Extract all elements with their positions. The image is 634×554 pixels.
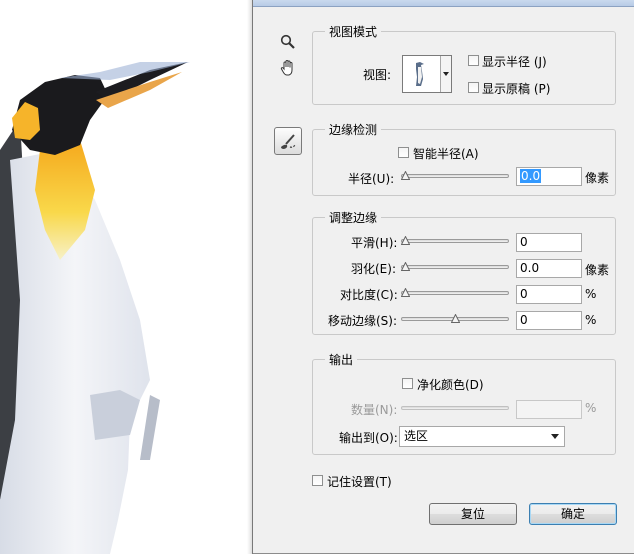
- dialog-titlebar[interactable]: [253, 0, 634, 7]
- show-original-checkbox[interactable]: [468, 82, 479, 93]
- smart-radius-checkbox[interactable]: [398, 147, 409, 158]
- show-original-label: 显示原稿 (P): [482, 82, 551, 96]
- chevron-down-icon: [443, 72, 449, 76]
- remember-settings-label: 记住设置(T): [327, 475, 392, 489]
- slider-thumb-icon: [450, 314, 460, 323]
- refine-radius-tool-button[interactable]: [274, 127, 302, 155]
- chevron-down-icon: [551, 434, 559, 439]
- shift-edge-input[interactable]: 0: [516, 311, 582, 330]
- view-thumbnail-icon: [416, 62, 424, 86]
- radius-slider-thumb[interactable]: [401, 171, 410, 180]
- decontaminate-colors-checkbox[interactable]: [402, 378, 413, 389]
- show-radius-checkbox[interactable]: [468, 55, 479, 66]
- output-to-label: 输出到(O):: [339, 431, 398, 445]
- view-label: 视图:: [363, 68, 392, 82]
- slider-thumb-icon: [401, 236, 410, 245]
- shift-edge-unit: %: [585, 313, 597, 327]
- smart-radius-label: 智能半径(A): [413, 147, 479, 161]
- amount-input[interactable]: [516, 400, 582, 419]
- shift-edge-slider-thumb[interactable]: [450, 314, 460, 323]
- feather-slider-thumb[interactable]: [401, 262, 410, 271]
- feather-label: 羽化(E):: [351, 262, 396, 276]
- amount-slider-track[interactable]: [401, 406, 509, 410]
- feather-unit: 像素: [585, 263, 610, 277]
- amount-label: 数量(N):: [351, 403, 398, 417]
- refine-edge-dialog: 视图模式 视图: 显示半径 (J) 显示原稿 (P) 边缘检测 智能半径(A) …: [247, 0, 634, 554]
- contrast-slider-thumb[interactable]: [401, 288, 410, 297]
- radius-slider-track[interactable]: [401, 174, 509, 178]
- contrast-slider-track[interactable]: [401, 291, 509, 295]
- output-to-value: 选区: [404, 429, 429, 443]
- contrast-unit: %: [585, 287, 597, 301]
- view-mode-selector[interactable]: [402, 55, 452, 93]
- smooth-slider-thumb[interactable]: [401, 236, 410, 245]
- radius-value: 0.0: [520, 169, 542, 183]
- shift-edge-label: 移动边缘(S):: [328, 314, 398, 328]
- output-title: 输出: [329, 353, 354, 367]
- smooth-input[interactable]: 0: [516, 233, 582, 252]
- contrast-input[interactable]: 0: [516, 285, 582, 304]
- zoom-icon: [280, 34, 295, 49]
- penguin-image: [0, 62, 190, 554]
- view-mode-title: 视图模式: [329, 25, 378, 39]
- output-to-select[interactable]: 选区: [399, 426, 565, 447]
- radius-input[interactable]: 0.0: [516, 167, 582, 186]
- edge-detection-title: 边缘检测: [329, 123, 378, 137]
- radius-unit: 像素: [585, 171, 610, 185]
- slider-thumb-icon: [401, 262, 410, 271]
- ok-button[interactable]: 确定: [529, 503, 617, 525]
- smooth-slider-track[interactable]: [401, 239, 509, 243]
- radius-label: 半径(U):: [348, 172, 395, 186]
- decontaminate-colors-label: 净化颜色(D): [417, 378, 484, 392]
- contrast-label: 对比度(C):: [340, 288, 398, 302]
- slider-thumb-icon: [401, 171, 410, 180]
- hand-tool-button[interactable]: [277, 57, 299, 79]
- slider-thumb-icon: [401, 288, 410, 297]
- feather-input[interactable]: 0.0: [516, 259, 582, 278]
- refine-radius-brush-icon: [281, 134, 296, 149]
- show-radius-label: 显示半径 (J): [482, 55, 547, 69]
- remember-settings-checkbox[interactable]: [312, 475, 323, 486]
- adjust-edge-title: 调整边缘: [329, 211, 378, 225]
- feather-slider-track[interactable]: [401, 265, 509, 269]
- view-mode-dropdown-button[interactable]: [440, 56, 451, 92]
- smooth-label: 平滑(H):: [351, 236, 398, 250]
- zoom-tool-button[interactable]: [277, 31, 299, 53]
- document-canvas[interactable]: [0, 0, 252, 554]
- view-mode-group: 视图模式: [312, 23, 616, 105]
- reset-button[interactable]: 复位: [429, 503, 517, 525]
- hand-icon: [280, 59, 293, 76]
- amount-unit: %: [585, 401, 597, 415]
